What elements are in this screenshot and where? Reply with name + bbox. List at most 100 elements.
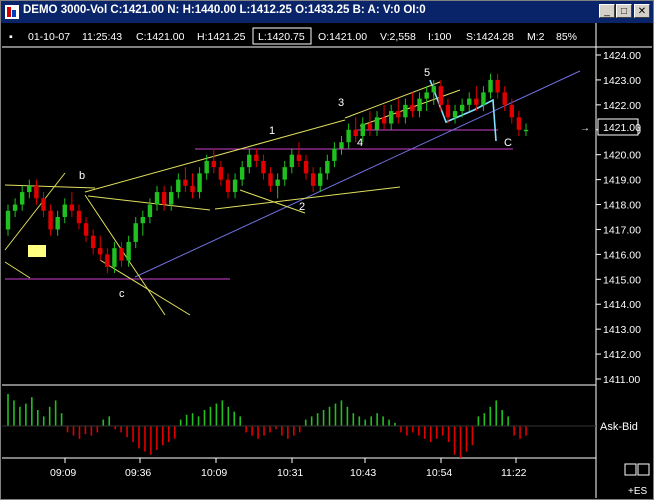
info-time: 11:25:43 <box>82 31 122 43</box>
drawing-objects[interactable]: b c 1 2 3 4 5 C <box>4 67 581 316</box>
info-multiplier: M:2 <box>527 31 545 43</box>
price-axis: 1424.00 1423.00 1422.00 1421.00 1420.00 1419.… <box>596 50 641 386</box>
candle-body <box>488 79 493 93</box>
layout-toggle-icon-2[interactable] <box>637 463 650 476</box>
info-date: 01-10-07 <box>28 31 70 43</box>
candle-body <box>62 204 67 217</box>
yellow-line-bc[interactable] <box>84 194 166 316</box>
symbol-label: +ES <box>628 486 648 497</box>
candle-body <box>48 210 53 230</box>
time-label: 09:09 <box>50 467 76 479</box>
candle-body <box>424 92 429 99</box>
highlight-box[interactable] <box>28 245 46 257</box>
price-label: 1423.00 <box>603 75 641 87</box>
candle-body <box>459 104 465 112</box>
yellow-line-top[interactable] <box>4 184 96 189</box>
candle-body <box>34 185 39 199</box>
chart-canvas[interactable]: ▪ 01-10-07 11:25:43 C:1421.00 H:1421.25 … <box>0 0 654 500</box>
annotation-C: C <box>504 137 512 149</box>
yellow-line-2[interactable] <box>239 189 306 214</box>
time-label: 10:43 <box>350 467 376 479</box>
candle-body <box>232 179 238 193</box>
candle-body <box>204 160 209 174</box>
annotation-1: 1 <box>269 125 275 137</box>
price-label: 1415.00 <box>603 274 641 286</box>
candle-body <box>346 129 351 143</box>
yellow-line-c[interactable] <box>99 259 191 316</box>
candle-body <box>261 160 266 174</box>
candle-body <box>388 111 394 124</box>
candle-body <box>183 179 188 186</box>
annotation-5: 5 <box>424 67 430 79</box>
candle-body <box>190 185 195 193</box>
current-price-label: 1421.00 <box>603 122 641 134</box>
info-volume: V:2,558 <box>380 31 416 43</box>
candle-body <box>289 154 295 168</box>
candle-body <box>154 192 160 205</box>
candle-body <box>275 179 280 186</box>
candle-body <box>140 217 146 224</box>
price-label: 1417.00 <box>603 224 641 236</box>
candle-body <box>318 173 323 186</box>
candle-body <box>431 86 436 93</box>
info-marker-dot: ▪ <box>9 31 13 43</box>
candle-body <box>225 179 231 193</box>
candle-body <box>112 248 117 267</box>
info-zoom: 85% <box>556 31 577 43</box>
price-label: 1412.00 <box>603 349 641 361</box>
price-label: 1418.00 <box>603 200 641 212</box>
annotation-2: 2 <box>299 201 305 213</box>
candle-body <box>41 198 46 211</box>
candle-body <box>495 79 500 93</box>
candle-body <box>296 154 302 161</box>
candle-body <box>417 98 422 112</box>
candle-body <box>55 217 60 230</box>
yellow-line-channel-bottom[interactable] <box>214 186 401 210</box>
candle-body <box>410 104 415 112</box>
candle-body <box>396 111 401 118</box>
candle-body <box>197 173 202 193</box>
price-label: 1419.00 <box>603 175 641 187</box>
time-label: 09:36 <box>125 467 151 479</box>
layout-toggle-icon[interactable] <box>624 463 637 476</box>
annotation-4: 4 <box>357 137 363 149</box>
candle-body <box>332 148 337 161</box>
candle-body <box>509 104 515 118</box>
price-label: 1413.00 <box>603 324 641 336</box>
price-label: 1420.00 <box>603 150 641 162</box>
info-low: L:1420.75 <box>258 31 305 43</box>
candle-body <box>353 129 358 136</box>
candle-body <box>403 104 408 118</box>
candle-body <box>254 154 259 161</box>
info-interval: I:100 <box>428 31 452 43</box>
candle-body <box>211 160 216 168</box>
yellow-line-a[interactable] <box>4 172 66 251</box>
candle-body <box>452 111 458 118</box>
annotation-b: b <box>79 170 85 182</box>
price-label: 1411.00 <box>603 374 640 386</box>
info-high: H:1421.25 <box>197 31 246 43</box>
time-label: 10:31 <box>277 467 303 479</box>
time-label: 11:22 <box>501 467 527 479</box>
info-close: C:1421.00 <box>136 31 185 43</box>
candle-body <box>83 223 89 236</box>
candle-body <box>126 241 131 261</box>
candle-body <box>5 210 11 230</box>
candle-body <box>27 185 32 193</box>
candle-body <box>374 117 380 130</box>
candle-body <box>467 98 472 105</box>
yellow-line-a2[interactable] <box>4 261 31 279</box>
candle-body <box>268 173 273 186</box>
annotation-c: c <box>119 288 125 300</box>
candle-body <box>12 204 18 211</box>
info-open: O:1421.00 <box>318 31 367 43</box>
price-label: 1416.00 <box>603 249 641 261</box>
candle-body <box>218 167 224 180</box>
info-settle: S:1424.28 <box>466 31 514 43</box>
candle-body <box>502 92 507 105</box>
candle-body <box>367 123 373 130</box>
annotation-3: 3 <box>338 97 344 109</box>
candle-body <box>119 248 124 261</box>
candle-body <box>147 204 153 217</box>
candle-body <box>161 192 167 205</box>
